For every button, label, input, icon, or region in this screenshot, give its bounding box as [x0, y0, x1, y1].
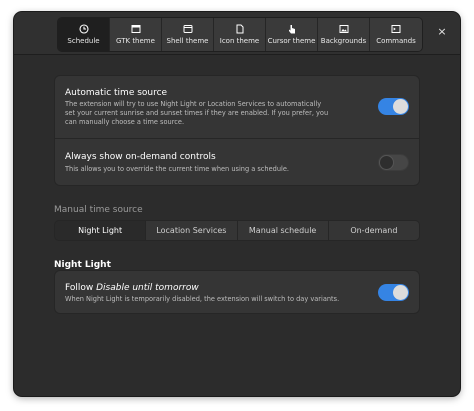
on-demand-controls-switch[interactable] [378, 154, 409, 171]
night-light-card: Follow Disable until tomorrow When Night… [54, 270, 420, 314]
tab-schedule[interactable]: Schedule [58, 18, 110, 51]
option-location-services[interactable]: Location Services [146, 221, 238, 240]
follow-prefix: Follow [65, 283, 97, 293]
view-switcher: Schedule GTK theme Shell theme Icon them… [57, 17, 423, 52]
tab-icon-theme[interactable]: Icon theme [214, 18, 266, 51]
option-on-demand[interactable]: On-demand [328, 221, 419, 240]
terminal-icon [391, 24, 401, 34]
tab-backgrounds[interactable]: Backgrounds [318, 18, 370, 51]
row-title: Always show on-demand controls [65, 152, 216, 162]
row-description: This allows you to override the current … [65, 165, 290, 173]
time-source-card: Automatic time source The extension will… [54, 75, 420, 186]
tab-label: Cursor theme [267, 37, 316, 45]
switch-knob [393, 285, 408, 300]
follow-emphasis: Disable until tomorrow [96, 283, 199, 293]
close-icon[interactable]: × [436, 26, 448, 38]
tab-label: Icon theme [219, 37, 260, 45]
manual-time-source-heading: Manual time source [54, 205, 143, 215]
tab-label: Shell theme [166, 37, 209, 45]
automatic-time-source-row: Automatic time source The extension will… [55, 76, 419, 138]
tab-label: Backgrounds [320, 37, 367, 45]
tab-label: Schedule [67, 37, 100, 45]
option-night-light[interactable]: Night Light [55, 221, 147, 240]
shell-panel-icon [183, 24, 193, 34]
tab-label: GTK theme [116, 37, 155, 45]
pointer-hand-icon [287, 24, 297, 34]
row-description: When Night Light is temporarily disabled… [65, 295, 340, 303]
row-description: The extension will try to use Night Ligh… [65, 100, 329, 126]
tab-shell-theme[interactable]: Shell theme [162, 18, 214, 51]
tab-commands[interactable]: Commands [370, 18, 422, 51]
option-manual-schedule[interactable]: Manual schedule [237, 221, 329, 240]
automatic-time-source-switch[interactable] [378, 98, 409, 115]
row-title: Follow Disable until tomorrow [65, 283, 199, 293]
clock-icon [78, 24, 89, 34]
window-icon [131, 24, 141, 34]
app-window: Schedule GTK theme Shell theme Icon them… [14, 12, 460, 396]
switch-knob [379, 155, 394, 170]
follow-disable-row: Follow Disable until tomorrow When Night… [55, 271, 419, 315]
tab-cursor-theme[interactable]: Cursor theme [266, 18, 318, 51]
switch-knob [393, 99, 408, 114]
image-icon [339, 24, 349, 34]
tab-gtk-theme[interactable]: GTK theme [110, 18, 162, 51]
night-light-heading: Night Light [54, 260, 111, 270]
row-title: Automatic time source [65, 88, 168, 98]
header-bar: Schedule GTK theme Shell theme Icon them… [14, 12, 460, 55]
on-demand-controls-row: Always show on-demand controls This allo… [55, 139, 419, 187]
tab-label: Commands [376, 37, 416, 45]
follow-disable-switch[interactable] [378, 284, 409, 301]
time-source-selector: Night Light Location Services Manual sch… [54, 220, 420, 241]
file-icon [235, 24, 245, 34]
